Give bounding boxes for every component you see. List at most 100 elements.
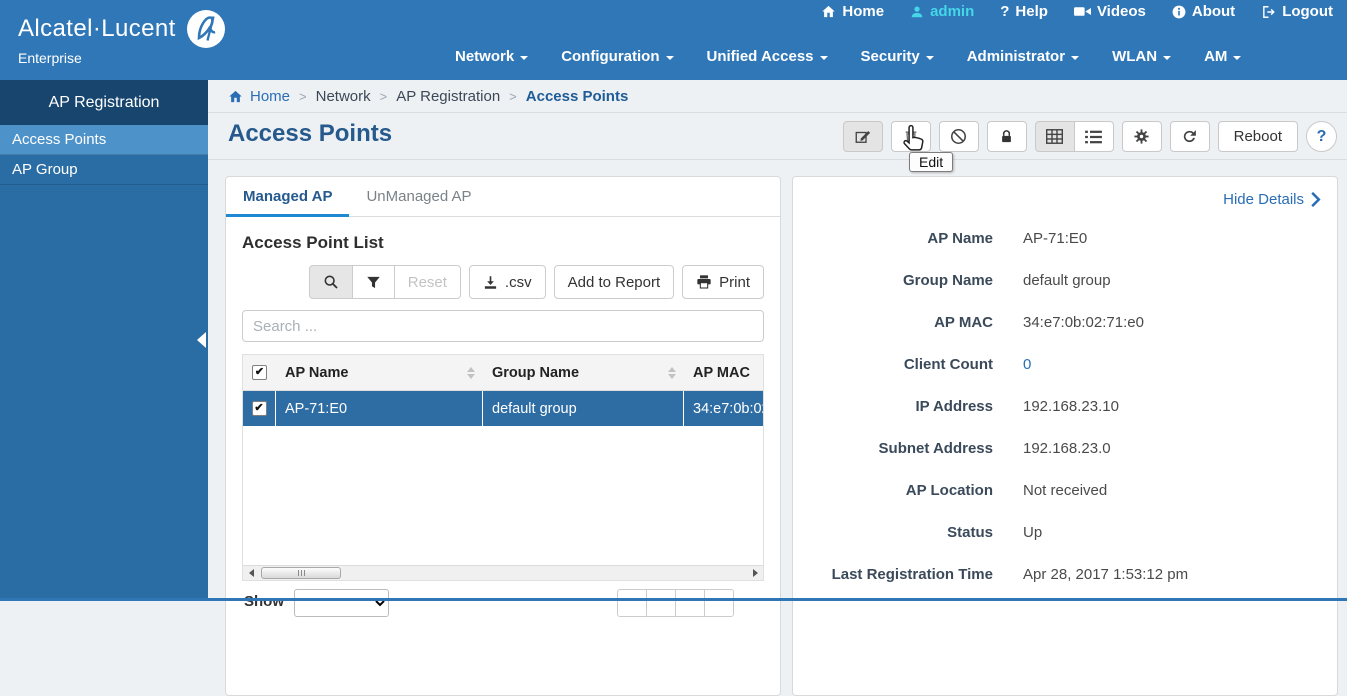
utility-link-home[interactable]: Home [821,3,884,20]
select-all-checkbox[interactable]: ✔ [252,365,267,380]
breadcrumb-home-link[interactable]: Home [228,88,290,105]
table-row[interactable]: ✔ AP-71:E0 default group 34:e7:0b:02:71:… [243,391,763,426]
reset-button[interactable]: Reset [394,265,461,299]
chevron-down-icon [820,56,828,60]
edit-button[interactable] [843,121,883,152]
page-size-select[interactable] [294,589,389,617]
pagination-prev-button[interactable] [646,589,676,617]
column-header-ap-mac[interactable]: AP MAC [684,355,763,390]
breadcrumb-current: Access Points [526,88,629,105]
sidebar-item-access-points[interactable]: Access Points [0,125,208,155]
scroll-left-button[interactable] [243,566,259,580]
breadcrumb-network-link[interactable]: Network [316,88,371,105]
list-body: Access Point List Res [226,217,780,629]
view-toggle-group [1035,121,1114,152]
chevron-down-icon [926,56,934,60]
ap-tabs: Managed AP UnManaged AP [226,177,780,217]
nav-item-wlan[interactable]: WLAN [1112,48,1171,65]
sidebar-title: AP Registration [0,80,208,125]
info-icon [1172,5,1186,19]
column-header-group-name[interactable]: Group Name [483,355,684,390]
logout-icon [1261,5,1276,19]
sidebar-collapse-arrow-icon[interactable] [197,332,206,348]
search-button[interactable] [309,265,353,299]
utility-link-logout[interactable]: Logout [1261,3,1333,20]
nav-item-network[interactable]: Network [455,48,528,65]
breadcrumb-ap-registration-link[interactable]: AP Registration [396,88,500,105]
sort-icon [668,367,676,379]
chevron-down-icon [1233,56,1241,60]
utility-link-admin[interactable]: admin [910,3,974,20]
grid-view-icon [1046,129,1063,144]
nav-item-unified-access[interactable]: Unified Access [707,48,828,65]
pagination-first-button[interactable] [617,589,647,617]
access-point-list-panel: Managed AP UnManaged AP Access Point Lis… [225,176,781,696]
detail-row-subnet-address: Subnet Address 192.168.23.0 [793,427,1337,469]
client-count-link[interactable]: 0 [1023,356,1031,373]
main-content: Home > Network > AP Registration > Acces… [208,80,1347,601]
toolbar: Reboot ? [843,121,1337,152]
breadcrumb-separator: > [509,89,517,104]
cell-group-name: default group [483,391,684,426]
utility-nav: Home admin ? Help Videos [821,3,1333,20]
export-csv-button[interactable]: .csv [469,265,546,299]
nav-item-am[interactable]: AM [1204,48,1241,65]
tab-unmanaged-ap[interactable]: UnManaged AP [349,177,488,216]
refresh-icon [1181,128,1198,145]
chevron-right-icon [1310,192,1321,207]
hide-details-link[interactable]: Hide Details [1223,191,1321,208]
detail-row-last-registration-time: Last Registration Time Apr 28, 2017 1:53… [793,553,1337,595]
sort-icon [467,367,475,379]
utility-link-about[interactable]: About [1172,3,1235,20]
detail-row-ap-name: AP Name AP-71:E0 [793,217,1337,259]
brand-subtitle: Enterprise [18,50,226,66]
home-icon [821,4,836,19]
cell-ap-mac: 34:e7:0b:02:71:e0 [684,391,763,426]
refresh-button[interactable] [1170,121,1210,152]
print-button[interactable]: Print [682,265,764,299]
chevron-down-icon [1163,56,1171,60]
search-filter-group: Reset [309,265,461,299]
row-checkbox[interactable]: ✔ [252,401,267,416]
scroll-right-button[interactable] [747,566,763,580]
column-header-ap-name[interactable]: AP Name [276,355,483,390]
video-camera-icon [1074,5,1091,18]
table-empty-area [243,426,763,565]
pagination-last-button[interactable] [704,589,734,617]
nav-item-configuration[interactable]: Configuration [561,48,673,65]
page-title: Access Points [228,120,392,148]
list-view-button[interactable] [1074,121,1114,152]
details-fields: AP Name AP-71:E0 Group Name default grou… [793,177,1337,595]
lock-button[interactable] [987,121,1027,152]
nav-item-administrator[interactable]: Administrator [967,48,1079,65]
sidebar-item-ap-group[interactable]: AP Group [0,155,208,185]
reboot-button[interactable]: Reboot [1218,121,1298,152]
add-to-report-button[interactable]: Add to Report [554,265,675,299]
brand-logo[interactable]: Alcatel·Lucent Enterprise [18,9,226,66]
delete-button[interactable] [891,121,931,152]
help-button[interactable]: ? [1306,121,1337,152]
settings-button[interactable] [1122,121,1162,152]
nav-item-security[interactable]: Security [861,48,934,65]
utility-link-help[interactable]: ? Help [1000,3,1048,20]
trash-icon [903,128,919,145]
list-heading: Access Point List [242,233,764,253]
block-button[interactable] [939,121,979,152]
show-label: Show [244,593,284,610]
detail-row-ip-address: IP Address 192.168.23.10 [793,385,1337,427]
utility-link-videos[interactable]: Videos [1074,3,1146,20]
ap-details-panel: Hide Details AP Name AP-71:E0 Group Name… [792,176,1338,696]
grid-view-button[interactable] [1035,121,1075,152]
filter-button[interactable] [352,265,395,299]
edit-icon [854,128,872,146]
horizontal-scrollbar[interactable] [243,565,763,580]
search-input[interactable] [242,310,764,342]
tab-managed-ap[interactable]: Managed AP [226,177,349,216]
download-icon [483,275,498,290]
table-header-row: ✔ AP Name Group Name AP MAC [243,355,763,391]
pagination-next-button[interactable] [675,589,705,617]
triangle-right-icon [753,569,758,577]
user-icon [910,5,924,19]
search-icon [323,274,339,290]
scrollbar-thumb[interactable] [261,567,341,579]
